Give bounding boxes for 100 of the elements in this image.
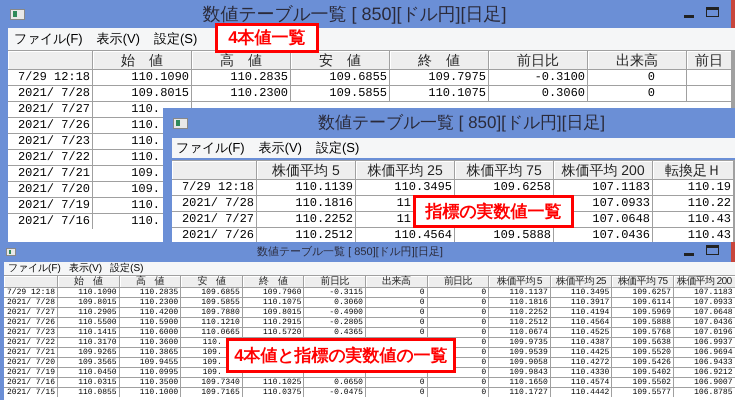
table-cell: 109.6257 (612, 288, 673, 297)
minimize-icon[interactable] (684, 14, 694, 18)
table-cell: 110.5500 (58, 318, 119, 327)
column-header: 株価平均 5 (489, 276, 550, 287)
table-cell: 109.5855 (291, 86, 389, 101)
table-cell: 109.7975 (390, 70, 488, 85)
table-cell: 110.2252 (489, 308, 550, 317)
table-cell: 7/29 12:18 (172, 180, 256, 195)
table-cell: 106.9937 (674, 338, 735, 347)
table-cell: 109.9265 (58, 348, 119, 357)
table-cell: 106.9433 (674, 358, 735, 367)
table-cell: 0 (366, 298, 427, 307)
table-cell: 110.3170 (58, 338, 119, 347)
table-cell: 2021/ 7/26 (8, 118, 92, 133)
table-cell: 0.0650 (304, 378, 365, 387)
table-cell: 109.5969 (612, 308, 673, 317)
table-cell: 110.1727 (489, 388, 550, 397)
table-cell: 110.3500 (120, 378, 180, 387)
maximize-icon[interactable] (706, 245, 719, 255)
table-cell: 2021/ 7/28 (172, 196, 256, 211)
table-cell: 110.2252 (257, 212, 355, 227)
menu-item[interactable]: 設定(S) (316, 138, 360, 158)
table-cell: 110.0450 (58, 368, 119, 377)
table-cell: 2021/ 7/22 (4, 338, 57, 347)
table-cell: 109.5888 (455, 228, 553, 242)
table-cell: 110.4564 (550, 318, 612, 327)
table-cell: 109.7340 (181, 378, 242, 387)
table-cell: -0.3115 (304, 288, 365, 297)
table-cell: 2021/ 7/19 (8, 198, 92, 213)
table-cell: 109.6855 (291, 70, 389, 85)
table-cell: 2021/ 7/23 (8, 134, 92, 149)
table-cell: 109.3565 (58, 358, 119, 367)
table-cell: 109.9058 (489, 358, 550, 367)
maximize-icon[interactable] (706, 7, 719, 17)
table-cell: 110.4194 (550, 308, 612, 317)
column-header: 株価平均 75 (612, 276, 673, 287)
column-header: 安 値 (291, 51, 389, 69)
column-header: 始 値 (58, 276, 119, 287)
column-header: 前日比 (304, 276, 365, 287)
table-cell: 2021/ 7/16 (4, 378, 57, 387)
column-header: 安 値 (181, 276, 242, 287)
table-cell: 110.1816 (489, 298, 550, 307)
table-cell: 2021/ 7/23 (4, 328, 57, 337)
column-header: 出来高 (366, 276, 427, 287)
table-cell: 2021/ 7/15 (4, 388, 57, 397)
table-cell: 0 (366, 388, 427, 397)
table-cell: 110.2512 (489, 318, 550, 327)
table-cell: 2021/ 7/26 (172, 228, 256, 242)
table-cell: 2021/ 7/21 (4, 348, 57, 357)
table-cell: 110.0855 (58, 388, 119, 397)
table-cell: 107.0436 (674, 318, 735, 327)
table-cell: 109.6114 (612, 298, 673, 307)
menu-item[interactable]: 表示(V) (258, 138, 302, 158)
table-cell: 106.9007 (674, 378, 735, 387)
menu-item[interactable]: 表示(V) (96, 29, 140, 49)
table-cell: 2021/ 7/27 (4, 308, 57, 317)
table-cell: 109.5888 (612, 318, 673, 327)
column-header: 株価平均 25 (356, 161, 454, 179)
column-header: 終 値 (390, 51, 488, 69)
table-cell: 110.1090 (93, 70, 191, 85)
table-cell: 2021/ 7/28 (4, 298, 57, 307)
column-header: 前日比 (428, 276, 488, 287)
column-header: 株価平均 5 (257, 161, 355, 179)
menu-item[interactable]: 表示(V) (68, 261, 102, 276)
table-cell: 110.1025 (242, 378, 304, 387)
table-cell: 110.2300 (192, 86, 290, 101)
table-cell: 110.0674 (489, 328, 550, 337)
table-cell: 0 (366, 318, 427, 327)
menu-item[interactable]: 設定(S) (154, 29, 198, 49)
table-cell: 2021/ 7/19 (4, 368, 57, 377)
table-cell: 0 (366, 328, 427, 337)
table-cell: -0.4900 (304, 308, 365, 317)
table-cell: 110.1137 (489, 288, 550, 297)
table-cell: 110.43 (653, 228, 733, 242)
table-cell: 110.0375 (242, 388, 304, 397)
column-header: 高 値 (192, 51, 290, 69)
table-cell: 0.3060 (304, 298, 365, 307)
table-cell: 107.1183 (674, 288, 735, 297)
menu-item[interactable]: ファイル(F) (14, 29, 83, 49)
table-cell: 0 (428, 288, 488, 297)
app-icon (10, 8, 25, 20)
table-cell: 110.4387 (550, 338, 612, 347)
table-cell: 110.1075 (242, 298, 304, 307)
minimize-icon[interactable] (684, 252, 694, 256)
table-cell: 0 (428, 318, 488, 327)
table-cell: 109.5520 (612, 348, 673, 357)
menu-item[interactable]: 設定(S) (110, 261, 144, 276)
table-cell: 7/29 12:18 (4, 288, 57, 297)
table-cell: 109.8015 (58, 298, 119, 307)
table-cell: 109.8015 (93, 86, 191, 101)
table-cell: 110.43 (653, 212, 733, 227)
table-cell: 110.1000 (120, 388, 180, 397)
table-cell: 109.9735 (489, 338, 550, 347)
column-header: 転換足Ｈ (653, 161, 733, 179)
table-cell: 109.9539 (489, 348, 550, 357)
table-cell: 107.0436 (554, 228, 652, 242)
table-cell: -0.2805 (304, 318, 365, 327)
table-cell: -0.3100 (489, 70, 587, 85)
menu-item[interactable]: ファイル(F) (8, 261, 61, 276)
app-icon (6, 248, 16, 256)
